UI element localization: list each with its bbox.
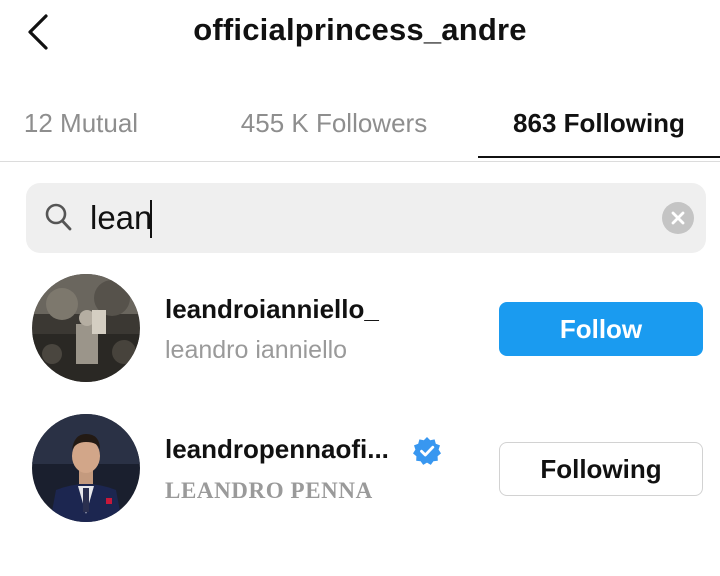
avatar[interactable] [32, 414, 140, 522]
page-title: officialprincess_andre [193, 12, 527, 47]
follow-button[interactable]: Follow [499, 302, 703, 356]
list-item[interactable]: leandropennaofi... LEANDRO PENNA Followi… [0, 414, 720, 524]
following-button[interactable]: Following [499, 442, 703, 496]
avatar[interactable] [32, 274, 140, 382]
profile-photo [32, 274, 140, 382]
profile-photo [32, 414, 140, 522]
search-icon [45, 203, 72, 231]
tab-followers[interactable]: 455 K Followers [196, 84, 472, 162]
text-cursor [150, 200, 152, 238]
username[interactable]: leandropennaofi... [165, 434, 389, 465]
full-name: LEANDRO PENNA [165, 478, 373, 503]
tab-bar: 12 Mutual 455 K Followers 863 Following [0, 84, 720, 162]
verified-icon [413, 437, 441, 465]
tab-mutual[interactable]: 12 Mutual [0, 84, 162, 162]
username[interactable]: leandroianniello_ [165, 294, 379, 325]
search-input[interactable] [90, 196, 630, 240]
clear-search-button[interactable] [662, 202, 694, 234]
verified-badge [412, 436, 442, 466]
top-bar: officialprincess_andre [0, 0, 720, 64]
full-name: leandro ianniello [165, 336, 348, 364]
list-item[interactable]: leandroianniello_ leandro ianniello Foll… [0, 274, 720, 384]
clear-icon [671, 211, 685, 225]
active-tab-indicator [478, 156, 720, 158]
tab-following[interactable]: 863 Following [478, 84, 720, 162]
